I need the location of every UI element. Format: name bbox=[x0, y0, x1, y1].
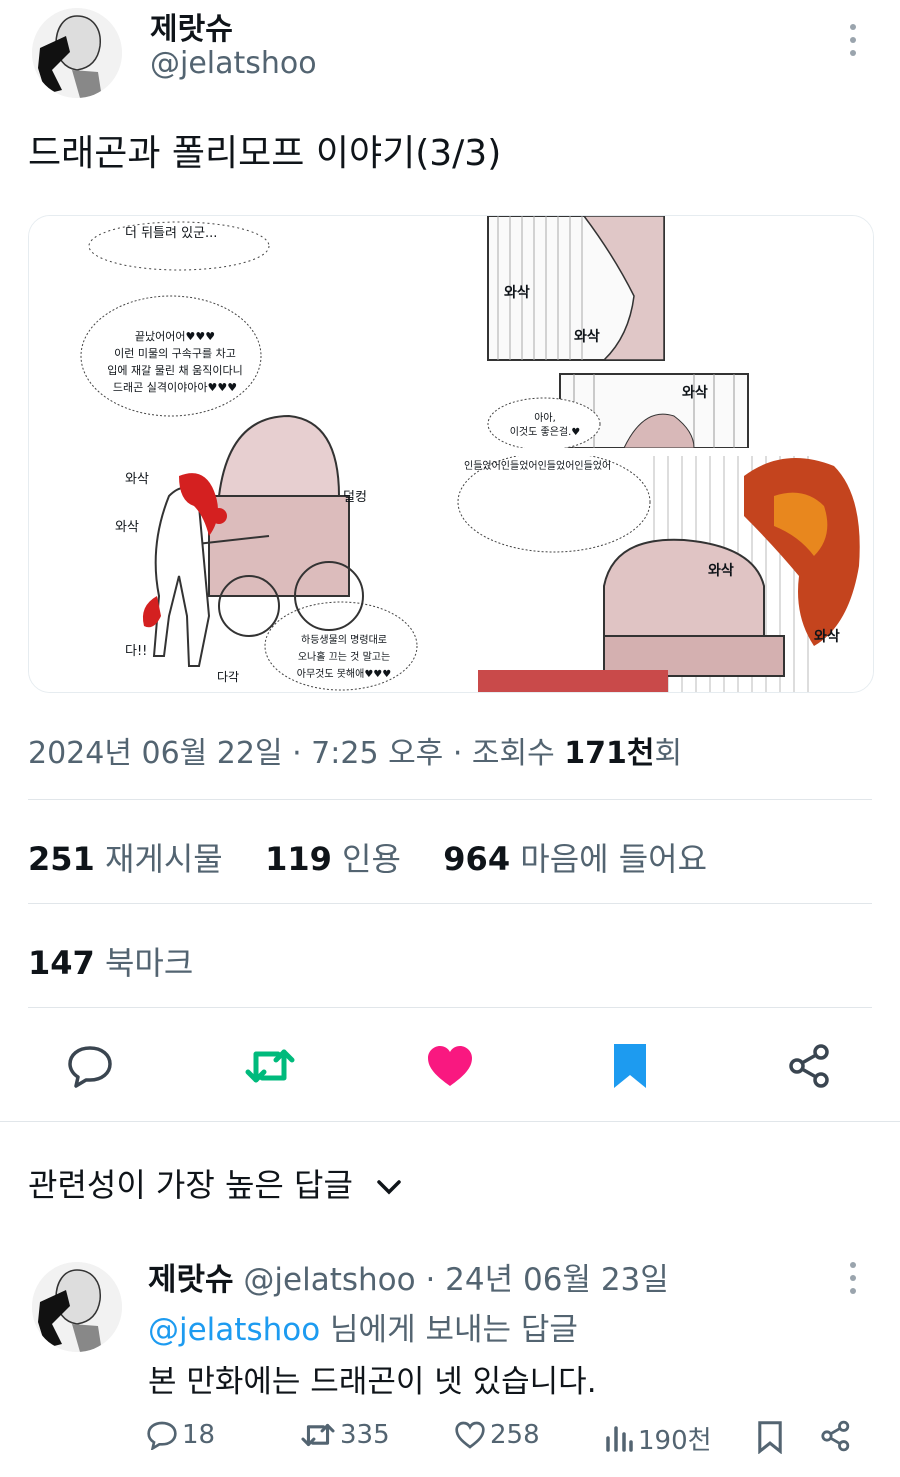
divider bbox=[28, 1007, 872, 1008]
reply-author-name[interactable]: 제랏슈 bbox=[148, 1262, 234, 1298]
panel3-text: 인들었어인들었어인들었어인들었어 bbox=[464, 460, 654, 474]
reply-date[interactable]: · 24년 06월 23일 bbox=[425, 1262, 668, 1298]
bubble-mid-line: 입에 재갈 물린 채 움직이다니 bbox=[107, 364, 243, 377]
tweet-date[interactable]: 2024년 06월 22일 · 7:25 오후 · 조회수 bbox=[28, 736, 564, 771]
reply-bookmark-button[interactable] bbox=[756, 1420, 784, 1458]
reply-share-button[interactable] bbox=[820, 1420, 852, 1456]
sfx: 다!! bbox=[125, 644, 148, 659]
replying-to-handle[interactable]: @jelatshoo bbox=[148, 1312, 320, 1348]
reply-avatar[interactable] bbox=[32, 1262, 122, 1352]
section-divider bbox=[0, 1121, 900, 1122]
bubble-bottom-line: 아무것도 못해애♥♥♥ bbox=[296, 669, 392, 680]
sfx: 와삭 bbox=[814, 629, 840, 645]
tweet-views-suffix: 회 bbox=[654, 736, 683, 771]
heart-icon bbox=[428, 1046, 472, 1086]
bookmarks-stat[interactable]: 147 북마크 bbox=[28, 938, 193, 984]
reply-text: 본 만화에는 드래곤이 넷 있습니다. bbox=[148, 1364, 597, 1400]
tweet-meta: 2024년 06월 22일 · 7:25 오후 · 조회수 171천회 bbox=[28, 728, 682, 772]
reposts-label: 재게시물 bbox=[104, 840, 223, 878]
panel2-bubble-line: 이것도 좋은걸.♥ bbox=[509, 427, 581, 438]
sfx: 와삭 bbox=[504, 285, 530, 301]
replies-sort-label: 관련성이 가장 높은 답글 bbox=[28, 1166, 353, 1204]
panel3-text-line: 인들었어인들었어인들었어인들었어 bbox=[464, 461, 612, 472]
sfx: 와삭 bbox=[682, 385, 708, 401]
reply-icon bbox=[147, 1421, 177, 1450]
reply-author-handle[interactable]: @jelatshoo bbox=[243, 1262, 415, 1298]
bookmark-button[interactable] bbox=[600, 1040, 660, 1092]
bubble-bottom-line: 하등생물의 명령대로 bbox=[301, 635, 387, 646]
sfx: 와삭 bbox=[115, 520, 139, 535]
bookmark-icon bbox=[614, 1044, 646, 1088]
sfx: 와삭 bbox=[574, 329, 600, 345]
comic-panel-right-bottom[interactable]: 인들었어인들었어인들었어인들었어 와삭 와삭 bbox=[454, 456, 873, 692]
stats-row: 251 재게시물 119 인용 964 마음에 들어요 bbox=[28, 834, 707, 880]
reply-reposts-count: 335 bbox=[340, 1420, 390, 1450]
reply-action-repost[interactable]: 335 bbox=[300, 1420, 390, 1450]
reply-action-views[interactable]: 190천 bbox=[604, 1420, 712, 1457]
divider bbox=[28, 799, 872, 800]
replying-to: @jelatshoo 님에게 보내는 답글 bbox=[148, 1304, 578, 1349]
bubble-top-text: 더 뒤틀려 있군... bbox=[125, 226, 218, 241]
reply-header: 제랏슈 @jelatshoo · 24년 06월 23일 bbox=[148, 1254, 669, 1299]
views-icon bbox=[606, 1425, 633, 1452]
bookmarks-count: 147 bbox=[28, 944, 95, 982]
bookmarks-label: 북마크 bbox=[104, 944, 194, 982]
likes-label: 마음에 들어요 bbox=[520, 840, 708, 878]
bubble-bottom: 하등생물의 명령대로 오나홀 끄는 것 말고는 아무것도 못해애♥♥♥ bbox=[279, 632, 409, 683]
bubble-mid-line: 끝났어어어♥♥♥ bbox=[134, 330, 216, 343]
chevron-down-icon bbox=[377, 1180, 401, 1195]
reply-replies-count: 18 bbox=[182, 1420, 216, 1450]
share-button[interactable] bbox=[780, 1040, 840, 1092]
sfx: 와삭 bbox=[708, 563, 734, 579]
reply-icon bbox=[68, 1046, 112, 1088]
heart-outline-icon bbox=[455, 1421, 485, 1449]
divider bbox=[28, 903, 872, 904]
replies-sort[interactable]: 관련성이 가장 높은 답글 bbox=[28, 1160, 403, 1206]
likes-count: 964 bbox=[443, 840, 511, 878]
reposts-stat[interactable]: 251 재게시물 bbox=[28, 840, 223, 878]
reply-more-icon[interactable] bbox=[848, 1262, 858, 1294]
share-icon bbox=[789, 1044, 829, 1088]
reply-action-like[interactable]: 258 bbox=[454, 1420, 540, 1450]
reply-button[interactable] bbox=[60, 1040, 120, 1092]
media-grid[interactable]: 더 뒤틀려 있군... 끝났어어어♥♥♥ 이런 미물의 구속구를 차고 입에 재… bbox=[28, 215, 874, 693]
quotes-stat[interactable]: 119 인용 bbox=[265, 840, 401, 878]
panel2-bubble: 아아, 이것도 좋은걸.♥ bbox=[504, 412, 586, 440]
repost-button[interactable] bbox=[240, 1040, 300, 1092]
replying-to-suffix: 님에게 보내는 답글 bbox=[320, 1312, 578, 1348]
tweet-views: 171천 bbox=[564, 736, 655, 771]
reply-views-count: 190천 bbox=[638, 1426, 712, 1456]
like-button[interactable] bbox=[420, 1040, 480, 1092]
bubble-mid-line: 이런 미물의 구속구를 차고 bbox=[114, 347, 236, 360]
author-avatar[interactable] bbox=[32, 8, 122, 98]
bubble-mid: 끝났어어어♥♥♥ 이런 미물의 구속구를 차고 입에 재갈 물린 채 움직이다니… bbox=[105, 328, 245, 396]
sfx: 다각 bbox=[217, 670, 240, 684]
reply-action-reply[interactable]: 18 bbox=[146, 1420, 215, 1450]
comic-panel-right-top[interactable]: 와삭 와삭 와삭 아아, 이것도 좋은걸.♥ bbox=[454, 216, 873, 451]
sfx: 덜컹 bbox=[343, 490, 367, 505]
quotes-label: 인용 bbox=[342, 840, 401, 878]
likes-stat[interactable]: 964 마음에 들어요 bbox=[443, 840, 707, 878]
more-menu-icon[interactable] bbox=[848, 24, 858, 56]
reposts-count: 251 bbox=[28, 840, 95, 878]
repost-icon bbox=[301, 1423, 335, 1447]
bubble-mid-line: 드래곤 실격이야아아♥♥♥ bbox=[112, 381, 238, 394]
comic-panel-left[interactable]: 더 뒤틀려 있군... 끝났어어어♥♥♥ 이런 미물의 구속구를 차고 입에 재… bbox=[29, 216, 446, 692]
bookmark-outline-icon bbox=[758, 1421, 782, 1455]
quotes-count: 119 bbox=[265, 840, 332, 878]
bubble-bottom-line: 오나홀 끄는 것 말고는 bbox=[297, 652, 391, 663]
author-handle[interactable]: @jelatshoo bbox=[150, 46, 317, 81]
share-icon bbox=[821, 1420, 850, 1452]
panel2-bubble-line: 아아, bbox=[534, 413, 556, 424]
author-name[interactable]: 제랏슈 bbox=[150, 4, 233, 48]
sfx: 와삭 bbox=[125, 472, 149, 487]
repost-icon bbox=[245, 1049, 295, 1083]
tweet-text: 드래곤과 폴리모프 이야기(3/3) bbox=[28, 133, 502, 174]
reply-likes-count: 258 bbox=[490, 1420, 540, 1450]
